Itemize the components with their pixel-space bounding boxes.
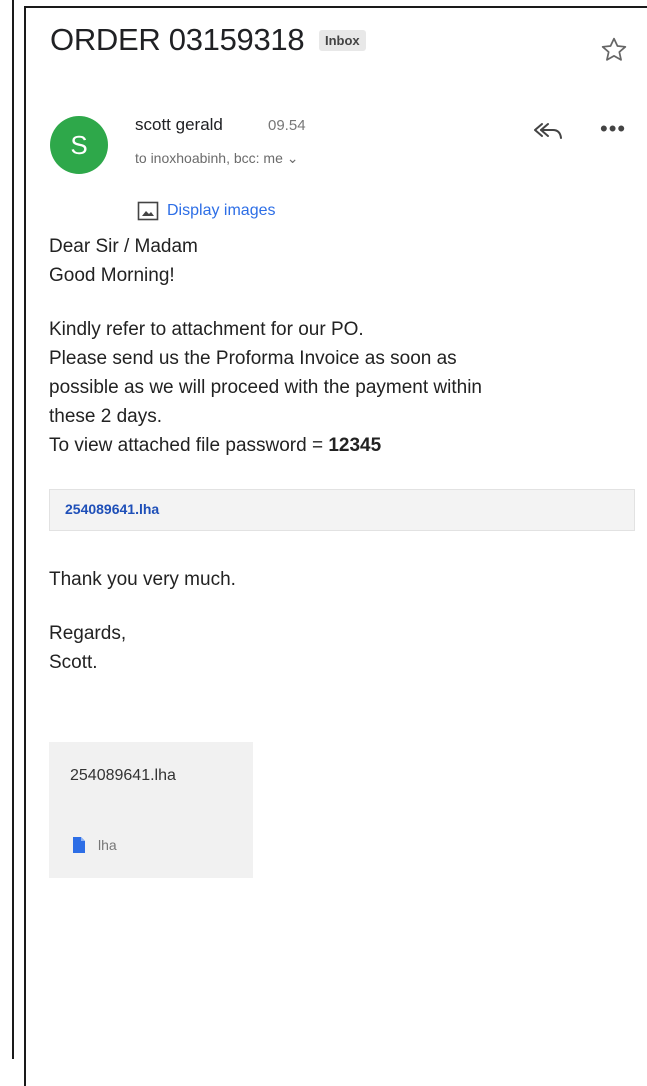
good-morning-line: Good Morning!: [49, 265, 175, 286]
email-view: [24, 6, 647, 1086]
email-closing: Thank you very much. Regards, Scott.: [49, 565, 236, 677]
left-pane-edge: [0, 0, 14, 1059]
recipients-details[interactable]: to inoxhoabinh, bcc: me ⌄: [135, 150, 299, 167]
reply-all-icon[interactable]: [530, 118, 564, 144]
password-prefix: To view attached file password =: [49, 435, 329, 456]
file-icon: [73, 837, 85, 853]
body-line-1: Kindly refer to attachment for our PO.: [49, 319, 364, 340]
star-icon[interactable]: [598, 34, 630, 66]
display-images-link[interactable]: Display images: [137, 201, 275, 221]
sender-name: scott gerald: [135, 115, 223, 134]
sender-avatar[interactable]: S: [50, 116, 108, 174]
attachment-type-row: lha: [72, 836, 117, 854]
greeting-line: Dear Sir / Madam: [49, 236, 198, 257]
body-line-3: possible as we will proceed with the pay…: [49, 377, 482, 398]
inline-attachment-link[interactable]: 254089641.lha: [65, 501, 159, 517]
more-options-icon[interactable]: •••: [600, 116, 626, 142]
email-subject: ORDER 03159318: [50, 22, 305, 57]
display-images-label[interactable]: Display images: [167, 202, 275, 220]
image-icon: [137, 201, 159, 221]
thanks-line: Thank you very much.: [49, 569, 236, 590]
attachment-name: 254089641.lha: [70, 767, 176, 784]
body-line-2: Please send us the Proforma Invoice as s…: [49, 348, 457, 369]
attachment-card[interactable]: 254089641.lha lha: [49, 742, 253, 878]
signature-line: Scott.: [49, 652, 98, 673]
password-value: 12345: [328, 435, 382, 456]
email-body: Dear Sir / Madam Good Morning! Kindly re…: [49, 232, 619, 460]
password-line: To view attached file password = 12345: [49, 431, 619, 460]
inline-attachment-box: 254089641.lha: [49, 489, 635, 531]
attachment-type-label: lha: [98, 837, 117, 853]
regards-line: Regards,: [49, 623, 127, 644]
inbox-label-badge[interactable]: Inbox: [319, 30, 366, 51]
body-line-4: these 2 days.: [49, 406, 163, 427]
message-time: 09.54: [268, 117, 306, 134]
